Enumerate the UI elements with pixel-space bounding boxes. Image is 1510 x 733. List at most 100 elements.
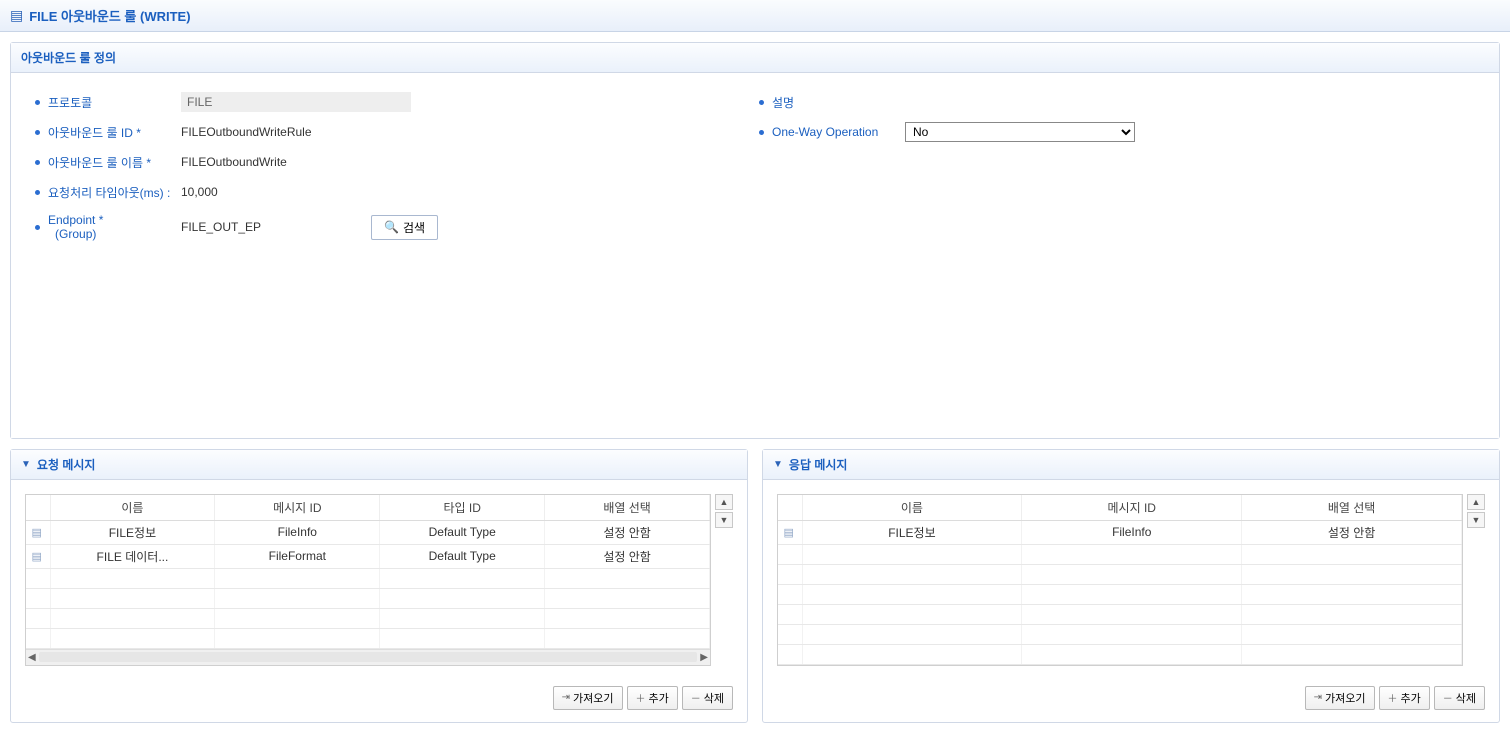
definition-left-col: 프로토콜 FILE 아웃바운드 룰 ID * FILEOutboundWrite…: [31, 91, 755, 250]
req-cell: Default Type: [380, 544, 545, 568]
plus-icon: ＋: [1388, 690, 1398, 705]
res-cell: FILE정보: [802, 520, 1022, 544]
search-icon: 🔍: [384, 220, 399, 234]
definition-panel-body: 프로토콜 FILE 아웃바운드 룰 ID * FILEOutboundWrite…: [11, 73, 1499, 438]
endpoint-label-line2: (Group): [48, 227, 103, 241]
bullet-icon: [35, 160, 40, 165]
import-icon: ⇥: [562, 692, 570, 703]
table-row[interactable]: [26, 628, 710, 648]
table-row[interactable]: [778, 544, 1462, 564]
res-cell: FileInfo: [1022, 520, 1242, 544]
rule-id-value: FILEOutboundWriteRule: [181, 125, 312, 139]
res-cell: 설정 안함: [1242, 520, 1462, 544]
scroll-right-icon[interactable]: ▶: [700, 652, 708, 663]
request-table-header: 이름 메시지 ID 타입 ID 배열 선택: [26, 495, 710, 521]
timeout-label: 요청처리 타임아웃(ms) :: [48, 184, 170, 201]
collapse-icon[interactable]: ▼: [21, 459, 31, 470]
table-row[interactable]: [778, 584, 1462, 604]
row-icon: ▤: [784, 527, 794, 539]
horizontal-scrollbar[interactable]: ◀ ▶: [26, 649, 710, 665]
req-cell: 설정 안함: [545, 520, 710, 544]
rule-name-label: 아웃바운드 룰 이름 *: [48, 154, 151, 171]
search-button[interactable]: 🔍 검색: [371, 215, 438, 240]
save-icon: ▤: [10, 7, 23, 24]
delete-button[interactable]: －삭제: [682, 686, 733, 710]
rule-id-label: 아웃바운드 룰 ID *: [48, 124, 141, 141]
minus-icon: －: [1443, 690, 1453, 705]
scroll-track[interactable]: [39, 652, 698, 662]
request-table: 이름 메시지 ID 타입 ID 배열 선택 ▤ FILE정보 FileInfo …: [25, 494, 711, 666]
row-icon: ▤: [32, 527, 42, 539]
scroll-up-icon[interactable]: ▲: [1467, 494, 1485, 510]
scroll-left-icon[interactable]: ◀: [28, 652, 36, 663]
res-col-name: 이름: [802, 495, 1022, 521]
response-table-header: 이름 메시지 ID 배열 선택: [778, 495, 1462, 521]
add-button[interactable]: ＋추가: [627, 686, 678, 710]
minus-icon: －: [691, 690, 701, 705]
delete-button-label: 삭제: [704, 690, 724, 706]
response-table: 이름 메시지 ID 배열 선택 ▤ FILE정보 FileInfo 설정 안함: [777, 494, 1463, 666]
add-button-label: 추가: [1401, 690, 1421, 706]
req-cell: FILE 데이터...: [50, 544, 215, 568]
page-header: ▤ FILE 아웃바운드 룰 (WRITE): [0, 0, 1510, 32]
endpoint-label: Endpoint * (Group): [48, 213, 103, 242]
table-row[interactable]: [26, 588, 710, 608]
import-button[interactable]: ⇥가져오기: [1305, 686, 1375, 710]
request-panel-header: ▼ 요청 메시지: [11, 450, 747, 480]
bullet-icon: [35, 190, 40, 195]
request-panel: ▼ 요청 메시지 이름 메시지 ID 타입 ID 배열 선택: [10, 449, 748, 723]
req-col-msgid: 메시지 ID: [215, 495, 380, 521]
desc-label: 설명: [772, 94, 794, 111]
req-col-typeid: 타입 ID: [380, 495, 545, 521]
scroll-down-icon[interactable]: ▼: [1467, 512, 1485, 528]
scroll-down-icon[interactable]: ▼: [715, 512, 733, 528]
table-row[interactable]: ▤ FILE 데이터... FileFormat Default Type 설정…: [26, 544, 710, 568]
bullet-icon: [35, 100, 40, 105]
res-col-array: 배열 선택: [1242, 495, 1462, 521]
table-row[interactable]: [778, 564, 1462, 584]
table-row[interactable]: ▤ FILE정보 FileInfo Default Type 설정 안함: [26, 520, 710, 544]
bullet-icon: [759, 100, 764, 105]
import-button[interactable]: ⇥가져오기: [553, 686, 623, 710]
request-panel-title: 요청 메시지: [37, 456, 96, 473]
table-row[interactable]: ▤ FILE정보 FileInfo 설정 안함: [778, 520, 1462, 544]
response-panel-header: ▼ 응답 메시지: [763, 450, 1499, 480]
delete-button-label: 삭제: [1456, 690, 1476, 706]
req-cell: 설정 안함: [545, 544, 710, 568]
rule-name-value: FILEOutboundWrite: [181, 155, 287, 169]
definition-panel-header: 아웃바운드 룰 정의: [11, 43, 1499, 73]
table-row[interactable]: [778, 604, 1462, 624]
req-cell: Default Type: [380, 520, 545, 544]
table-row[interactable]: [778, 644, 1462, 664]
vertical-scrollbar: ▲ ▼: [715, 494, 733, 666]
definition-panel: 아웃바운드 룰 정의 프로토콜 FILE 아웃바운드 룰 ID * FILEOu…: [10, 42, 1500, 439]
oneway-label: One-Way Operation: [772, 125, 878, 139]
row-icon: ▤: [32, 551, 42, 563]
req-col-array: 배열 선택: [545, 495, 710, 521]
import-button-label: 가져오기: [573, 690, 613, 706]
collapse-icon[interactable]: ▼: [773, 459, 783, 470]
table-row[interactable]: [778, 624, 1462, 644]
definition-right-col: 설명 One-Way Operation No: [755, 91, 1479, 250]
protocol-value: FILE: [181, 92, 411, 112]
endpoint-value: FILE_OUT_EP: [181, 220, 261, 234]
page-title: FILE 아웃바운드 룰 (WRITE): [29, 6, 190, 25]
import-button-label: 가져오기: [1325, 690, 1365, 706]
table-row[interactable]: [26, 568, 710, 588]
req-cell: FileFormat: [215, 544, 380, 568]
bullet-icon: [759, 130, 764, 135]
add-button[interactable]: ＋추가: [1379, 686, 1430, 710]
search-button-label: 검색: [403, 219, 425, 236]
response-panel-title: 응답 메시지: [789, 456, 848, 473]
req-cell: FileInfo: [215, 520, 380, 544]
import-icon: ⇥: [1314, 692, 1322, 703]
table-row[interactable]: [26, 608, 710, 628]
plus-icon: ＋: [636, 690, 646, 705]
vertical-scrollbar: ▲ ▼: [1467, 494, 1485, 666]
bullet-icon: [35, 225, 40, 230]
oneway-select[interactable]: No: [905, 122, 1135, 142]
delete-button[interactable]: －삭제: [1434, 686, 1485, 710]
scroll-up-icon[interactable]: ▲: [715, 494, 733, 510]
req-cell: FILE정보: [50, 520, 215, 544]
response-panel: ▼ 응답 메시지 이름 메시지 ID 배열 선택: [762, 449, 1500, 723]
